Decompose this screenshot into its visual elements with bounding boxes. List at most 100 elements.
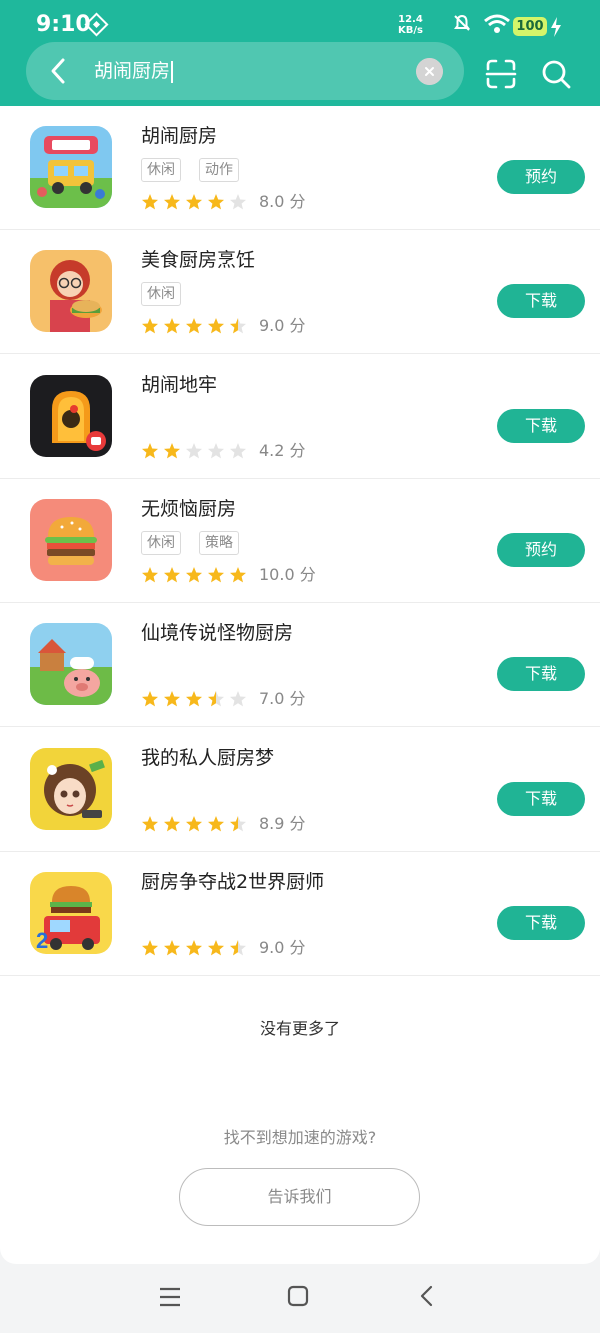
status-time: 9:10 [36,12,91,37]
app-name[interactable]: 胡闹地牢 [141,372,217,398]
back-icon[interactable] [44,56,74,86]
clear-icon[interactable] [416,58,443,85]
home-icon[interactable] [287,1285,309,1307]
burger-icon[interactable] [30,498,112,581]
recent-apps-icon[interactable] [159,1286,181,1308]
star-icon [230,318,246,334]
star-icon [230,815,246,831]
star-icon [230,194,246,210]
genre-tag: 休闲 [141,530,181,555]
score: 8.0 分 [259,192,306,211]
download-button[interactable]: 下载 [497,657,585,692]
app-name[interactable]: 美食厨房烹饪 [141,247,255,273]
search-query: 胡闹厨房 [94,60,171,82]
app-name[interactable]: 胡闹厨房 [141,123,217,149]
mute-bell-icon [454,14,470,31]
star-icon [164,318,180,334]
anime-girl-icon[interactable] [30,747,112,830]
genre-tag: 策略 [199,530,239,555]
star-rating [141,690,247,708]
chef-girl-icon[interactable] [30,250,112,333]
wifi-icon [484,14,510,33]
text-caret [171,60,174,83]
nav-back-icon[interactable] [416,1285,438,1307]
result-row[interactable]: 美食厨房烹饪 休闲 9.0 分 下载 [0,230,600,355]
star-icon [208,691,224,707]
pig-chef-icon[interactable] [30,623,112,706]
results-card: 胡闹厨房 休闲 动作 8.0 分预约 美食厨房烹饪 休闲 9.0 分下载 胡闹地牢 4.2 分下… [0,106,600,1264]
star-icon [142,318,158,334]
star-icon [186,318,202,334]
rating: 10.0 分 [141,565,316,585]
genre-tag: 休闲 [141,158,181,182]
dungeon-door-icon[interactable] [30,374,112,457]
star-icon [186,691,202,707]
reserve-button[interactable]: 预约 [497,160,585,194]
overcooked-icon[interactable] [30,126,112,208]
score: 10.0 分 [259,564,316,584]
rating: 4.2 分 [141,441,306,461]
score: 4.2 分 [259,440,306,460]
food-truck-icon[interactable]: 2 [30,871,112,954]
star-icon [186,566,202,583]
star-icon [186,194,202,210]
star-icon [142,194,158,210]
star-icon [186,442,202,458]
download-button[interactable]: 下载 [497,284,585,319]
app-name[interactable]: 我的私人厨房梦 [141,745,274,771]
star-icon [164,566,180,583]
network-speed-unit: KB/s [398,25,423,36]
star-icon [230,691,246,707]
result-row[interactable]: 仙境传说怪物厨房 7.0 分 下载 [0,603,600,728]
star-icon [142,691,158,707]
download-button[interactable]: 下载 [497,905,585,940]
result-row[interactable]: 我的私人厨房梦 8.9 分 下载 [0,728,600,852]
star-icon [164,194,180,210]
rating: 8.9 分 [141,814,306,834]
star-icon [164,815,180,831]
star-icon [208,566,224,583]
tell-us-button[interactable]: 告诉我们 [179,1168,420,1226]
result-row[interactable]: 无烦恼厨房休闲 策略 10.0 分 预约 [0,479,600,603]
score: 7.0 分 [259,689,306,709]
star-icon [186,939,202,956]
genre-tag: 动作 [199,158,239,182]
tag-list: 休闲 动作 [141,158,239,182]
reserve-button[interactable]: 预约 [497,532,585,567]
tag-list: 休闲 策略 [141,530,239,555]
star-icon [164,939,180,956]
svg-text:2: 2 [36,928,48,953]
download-button[interactable]: 下载 [497,408,585,443]
star-icon [208,939,224,956]
star-icon [142,815,158,831]
result-row[interactable]: 2 厨房争夺战2世界厨师 9.0 分 下载 [0,852,600,976]
search-input[interactable]: 胡闹厨房 [26,42,464,100]
star-icon [142,442,158,458]
star-icon [186,815,202,831]
search-icon[interactable] [540,58,572,90]
star-rating [141,317,247,335]
network-speed: 12.4 KB/s [398,14,423,36]
star-icon [230,566,246,583]
app-name[interactable]: 仙境传说怪物厨房 [141,620,293,646]
app-name[interactable]: 无烦恼厨房 [141,496,236,522]
star-icon [142,939,158,956]
score: 9.0 分 [259,937,306,957]
star-icon [164,691,180,707]
network-speed-value: 12.4 [398,14,423,25]
status-bar: 9:10 12.4 KB/s 100 [0,0,600,46]
download-button[interactable]: 下载 [497,781,585,816]
no-more-text: 没有更多了 [259,1019,340,1038]
genre-tag: 休闲 [141,282,181,307]
star-icon [208,194,224,210]
app-name[interactable]: 厨房争夺战2世界厨师 [141,869,324,895]
star-rating [141,566,247,584]
result-row[interactable]: 胡闹地牢 4.2 分 下载 [0,355,600,479]
search-query-text[interactable]: 胡闹厨房 [94,56,174,86]
scan-icon[interactable] [485,58,517,90]
star-icon [208,442,224,458]
star-icon [230,939,246,956]
result-row[interactable]: 胡闹厨房休闲 动作 8.0 分 预约 [0,106,600,230]
rating: 9.0 分 [141,938,306,958]
star-icon [208,318,224,334]
